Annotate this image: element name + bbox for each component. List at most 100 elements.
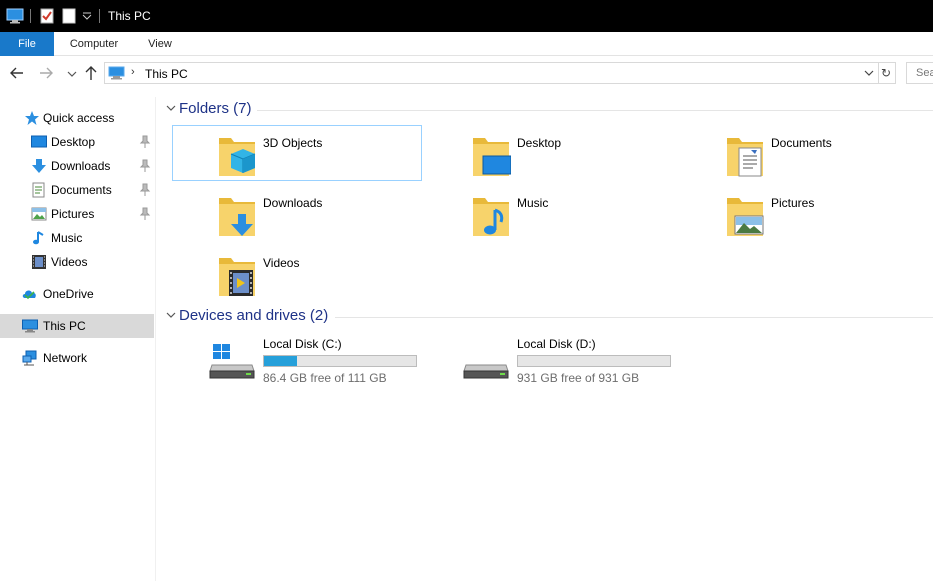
pin-icon[interactable]: [139, 159, 151, 173]
new-folder-icon[interactable]: [62, 8, 76, 24]
nav-label: Quick access: [43, 111, 115, 125]
separator: [30, 9, 31, 23]
nav-label: Videos: [51, 255, 88, 269]
breadcrumb-separator-icon[interactable]: ›: [131, 66, 135, 78]
group-header-drives[interactable]: Devices and drives (2): [163, 306, 933, 328]
folder-name: Documents: [771, 136, 832, 150]
nav-label: This PC: [43, 319, 86, 333]
downloads-folder-icon: [219, 198, 255, 236]
folder-name: Videos: [263, 256, 300, 270]
group-title: Folders (7): [179, 100, 252, 117]
drive-usage-fill: [264, 356, 298, 366]
hard-drive-icon: [463, 364, 509, 379]
nav-label: Desktop: [51, 135, 96, 149]
videos-folder-icon: [219, 258, 255, 296]
properties-icon[interactable]: [40, 8, 54, 24]
star-icon: [25, 111, 39, 125]
address-bar[interactable]: › This PC: [104, 62, 879, 84]
forward-icon[interactable]: [37, 64, 55, 82]
windows-drive-icon: [209, 344, 255, 379]
pictures-folder-icon: [727, 198, 764, 236]
nav-label: Documents: [51, 183, 112, 197]
folder-pictures[interactable]: Pictures: [680, 185, 930, 241]
folder-documents[interactable]: Documents: [680, 125, 930, 181]
drive-free-space: 931 GB free of 931 GB: [517, 371, 640, 385]
drive-name: Local Disk (C:): [263, 337, 342, 351]
documents-icon: [32, 182, 45, 198]
folder-name: Downloads: [263, 196, 323, 210]
folder-videos[interactable]: Videos: [172, 245, 422, 301]
this-pc-icon: [108, 66, 125, 80]
this-pc-icon: [22, 319, 38, 333]
folder-name: Desktop: [517, 136, 562, 150]
nav-label: OneDrive: [43, 287, 94, 301]
drive-name: Local Disk (D:): [517, 337, 596, 351]
documents-folder-icon: [727, 138, 763, 177]
folder-downloads[interactable]: Downloads: [172, 185, 422, 241]
pin-icon[interactable]: [139, 135, 151, 149]
folder-desktop[interactable]: Desktop: [426, 125, 676, 181]
content-pane: Folders (7) 3D Objects Desktop Documents…: [157, 89, 933, 581]
nav-label: Network: [43, 351, 88, 365]
group-header-folders[interactable]: Folders (7): [163, 99, 933, 121]
address-history-chevron-down-icon[interactable]: [863, 67, 875, 79]
this-pc-icon: [6, 8, 24, 24]
nav-network[interactable]: Network: [0, 346, 154, 370]
folder-music[interactable]: Music: [426, 185, 676, 241]
tab-file[interactable]: File: [0, 32, 54, 56]
separator: [99, 9, 100, 23]
group-divider: [257, 110, 933, 111]
network-icon: [22, 350, 37, 366]
customize-toolbar-icon[interactable]: [82, 12, 92, 28]
breadcrumb-this-pc[interactable]: This PC: [145, 67, 188, 81]
pictures-icon: [31, 207, 47, 221]
drive-usage-bar: [517, 355, 671, 367]
desktop-icon: [31, 135, 47, 148]
navigation-pane: Quick access Desktop Downloads Documents…: [0, 97, 156, 581]
nav-item-music[interactable]: Music: [0, 226, 154, 250]
title-bar: This PC: [0, 0, 933, 32]
chevron-down-icon[interactable]: [166, 310, 176, 320]
ribbon: File Computer View: [0, 32, 933, 56]
drive-usage-bar: [263, 355, 417, 367]
nav-item-downloads[interactable]: Downloads: [0, 154, 154, 178]
nav-label: Music: [51, 231, 83, 245]
tab-computer[interactable]: Computer: [60, 32, 128, 56]
nav-item-desktop[interactable]: Desktop: [0, 130, 154, 154]
nav-label: Downloads: [51, 159, 111, 173]
window-title: This PC: [108, 9, 151, 23]
drive-c[interactable]: Local Disk (C:) 86.4 GB free of 111 GB: [158, 337, 417, 387]
drive-free-space: 86.4 GB free of 111 GB: [263, 371, 387, 385]
folder-3d-objects[interactable]: 3D Objects: [172, 125, 422, 181]
tab-view[interactable]: View: [136, 32, 184, 56]
onedrive-icon: [22, 290, 36, 300]
refresh-button[interactable]: ↻: [877, 62, 896, 84]
nav-item-pictures[interactable]: Pictures: [0, 202, 154, 226]
desktop-folder-icon: [473, 138, 511, 176]
up-icon[interactable]: [82, 64, 100, 82]
music-folder-icon: [473, 198, 509, 236]
refresh-icon: ↻: [880, 66, 892, 80]
nav-onedrive[interactable]: OneDrive: [0, 282, 154, 306]
chevron-down-icon[interactable]: [166, 103, 176, 113]
navigation-bar: › This PC ↻ Sea: [0, 57, 933, 89]
search-input[interactable]: Sea: [906, 62, 933, 84]
downloads-icon: [32, 159, 46, 173]
recent-locations-icon[interactable]: [63, 64, 81, 82]
nav-item-documents[interactable]: Documents: [0, 178, 154, 202]
nav-this-pc[interactable]: This PC: [0, 314, 154, 338]
back-icon[interactable]: [8, 64, 26, 82]
nav-item-videos[interactable]: Videos: [0, 250, 154, 274]
folder-name: 3D Objects: [263, 136, 323, 150]
nav-label: Pictures: [51, 207, 95, 221]
pin-icon[interactable]: [139, 207, 151, 221]
pin-icon[interactable]: [139, 183, 151, 197]
folder-name: Music: [517, 196, 549, 210]
drive-d[interactable]: Local Disk (D:) 931 GB free of 931 GB: [412, 337, 671, 387]
group-title: Devices and drives (2): [179, 307, 329, 324]
videos-icon: [32, 255, 46, 269]
folder-name: Pictures: [771, 196, 815, 210]
music-icon: [33, 231, 44, 245]
nav-quick-access[interactable]: Quick access: [0, 106, 154, 130]
3d-objects-folder-icon: [219, 138, 256, 176]
